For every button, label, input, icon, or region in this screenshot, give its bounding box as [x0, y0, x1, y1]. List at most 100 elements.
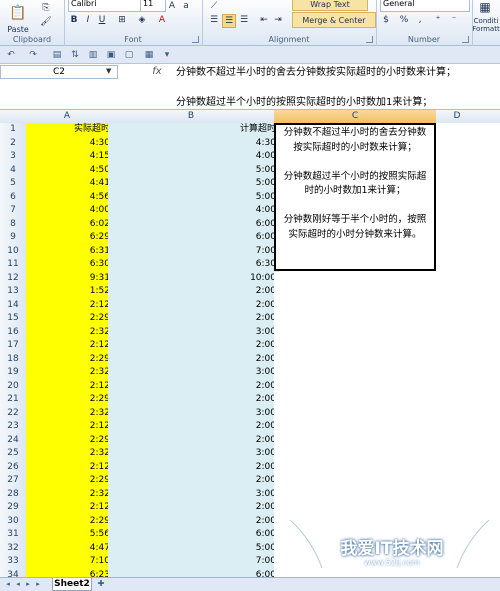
orientation-icon[interactable]: ⟋	[208, 0, 220, 12]
camera-icon[interactable]: ▢	[122, 48, 136, 61]
column-header-e[interactable]	[478, 110, 500, 124]
cell-b[interactable]: 6:00	[108, 231, 279, 246]
name-box-dropdown-icon[interactable]: ▼	[106, 67, 111, 75]
currency-button[interactable]: $	[380, 14, 392, 26]
cell-a[interactable]: 4:56	[26, 190, 113, 205]
cell-d[interactable]	[436, 433, 483, 448]
cell-c[interactable]	[274, 366, 441, 381]
cell-a[interactable]: 2:12	[26, 379, 113, 394]
cell-b[interactable]: 2:00	[108, 501, 279, 516]
cell-d[interactable]	[436, 163, 483, 178]
cell-d[interactable]	[436, 474, 483, 489]
row-header[interactable]: 9	[0, 231, 27, 246]
row-header[interactable]: 8	[0, 217, 27, 232]
cell-d[interactable]	[436, 150, 483, 165]
next-sheet-icon[interactable]: ▸	[24, 579, 32, 590]
increase-decimal-icon[interactable]: ⁺	[432, 14, 444, 26]
redo-icon[interactable]: ↷	[26, 48, 40, 61]
cell-d[interactable]	[436, 123, 483, 138]
conditional-formatting-icon[interactable]: ▦	[476, 0, 494, 14]
underline-button[interactable]: U	[96, 14, 108, 26]
font-size-select[interactable]: 11	[140, 0, 166, 12]
decrease-indent-icon[interactable]: ⇤	[258, 14, 270, 26]
cell-d[interactable]	[436, 541, 483, 556]
cell-e[interactable]	[478, 163, 500, 178]
row-header[interactable]: 23	[0, 420, 27, 435]
cell-b[interactable]: 2:00	[108, 312, 279, 327]
cell-e[interactable]	[478, 339, 500, 354]
cell-a[interactable]: 2:12	[26, 339, 113, 354]
cell-c[interactable]	[274, 420, 441, 435]
row-header[interactable]: 13	[0, 285, 27, 300]
cell-d[interactable]	[436, 366, 483, 381]
cell-a[interactable]: 6:29	[26, 231, 113, 246]
cell-e[interactable]	[478, 555, 500, 570]
column-header-b[interactable]: B	[108, 110, 275, 124]
print-preview-icon[interactable]: ▤	[50, 48, 64, 61]
fill-color-icon[interactable]: ◈	[136, 14, 148, 26]
cell-a[interactable]: 9:31	[26, 271, 113, 286]
cell-b[interactable]: 4:00	[108, 204, 279, 219]
cell-e[interactable]	[478, 271, 500, 286]
customize-qat-icon[interactable]: ▾	[160, 48, 174, 61]
cell-c[interactable]	[274, 474, 441, 489]
cell-e[interactable]	[478, 474, 500, 489]
cell-c[interactable]	[274, 433, 441, 448]
cell-c[interactable]	[274, 285, 441, 300]
row-header[interactable]: 2	[0, 136, 27, 151]
cell-d[interactable]	[436, 312, 483, 327]
italic-button[interactable]: I	[82, 14, 94, 26]
cell-e[interactable]	[478, 231, 500, 246]
cell-a[interactable]: 2:32	[26, 325, 113, 340]
cell-d[interactable]	[436, 406, 483, 421]
cell-c[interactable]	[274, 379, 441, 394]
cell-a[interactable]: 4:30	[26, 136, 113, 151]
sheet-tab-sheet2[interactable]: Sheet2	[52, 578, 92, 591]
paste-icon[interactable]: 📋	[4, 2, 32, 24]
cell-c[interactable]	[274, 325, 441, 340]
cell-d[interactable]	[436, 244, 483, 259]
cell-b[interactable]: 2:00	[108, 460, 279, 475]
cell-c[interactable]	[274, 487, 441, 502]
row-header[interactable]: 14	[0, 298, 27, 313]
row-header[interactable]: 31	[0, 528, 27, 543]
cell-d[interactable]	[436, 231, 483, 246]
cell-e[interactable]	[478, 501, 500, 516]
row-header[interactable]: 32	[0, 541, 27, 556]
cell-e[interactable]	[478, 258, 500, 273]
cell-a[interactable]: 6:02	[26, 217, 113, 232]
row-header[interactable]: 15	[0, 312, 27, 327]
cell-d[interactable]	[436, 393, 483, 408]
cell-e[interactable]	[478, 298, 500, 313]
comma-button[interactable]: ,	[414, 14, 426, 26]
cell-a[interactable]: 2:32	[26, 447, 113, 462]
cell-c[interactable]	[274, 541, 441, 556]
row-header[interactable]: 6	[0, 190, 27, 205]
cell-a[interactable]: 2:29	[26, 393, 113, 408]
cell-e[interactable]	[478, 393, 500, 408]
cell-c[interactable]	[274, 312, 441, 327]
row-header[interactable]: 18	[0, 352, 27, 367]
formula-input[interactable]: 分钟数不超过半小时的舍去分钟数按实际超时的小时数来计算； 分钟数超过半个小时的按…	[172, 64, 500, 110]
cell-d[interactable]	[436, 136, 483, 151]
cell-b[interactable]: 3:00	[108, 447, 279, 462]
cell-b[interactable]: 2:00	[108, 393, 279, 408]
column-header-d[interactable]: D	[436, 110, 479, 124]
alignment-launcher-icon[interactable]	[366, 36, 373, 43]
cell-d[interactable]	[436, 339, 483, 354]
cell-a[interactable]: 2:32	[26, 366, 113, 381]
cell-b[interactable]: 7:00	[108, 555, 279, 570]
cell-e[interactable]	[478, 123, 500, 138]
cell-a[interactable]: 2:32	[26, 487, 113, 502]
merged-rule-cell-c2[interactable]: 分钟数不超过半小时的舍去分钟数 按实际超时的小时数来计算； 分钟数超过半个小时的按…	[274, 123, 436, 271]
cell-a[interactable]: 实际超时	[26, 123, 113, 138]
cell-b[interactable]: 2:00	[108, 514, 279, 529]
row-header[interactable]: 12	[0, 271, 27, 286]
select-all-corner[interactable]	[0, 110, 27, 124]
row-header[interactable]: 25	[0, 447, 27, 462]
row-header[interactable]: 11	[0, 258, 27, 273]
cell-a[interactable]: 2:29	[26, 433, 113, 448]
conditional-formatting-button[interactable]: Conditi Formatt	[472, 15, 500, 35]
shrink-font-icon[interactable]: a	[180, 0, 192, 12]
sort-icon[interactable]: ⇅	[68, 48, 82, 61]
